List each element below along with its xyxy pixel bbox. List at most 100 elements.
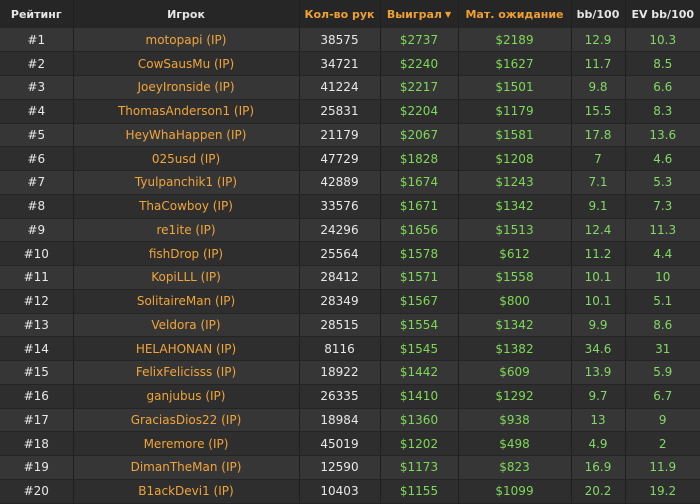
evbb100-cell: 5.1: [625, 289, 700, 314]
header-bb100[interactable]: bb/100: [571, 0, 626, 28]
table-row: #5 HeyWhaHappen (IP) 21179 $2067 $1581 17.8 13…: [0, 123, 700, 148]
rank-cell: #17: [0, 408, 74, 433]
won-cell: $1173: [380, 455, 459, 480]
rank-cell: #16: [0, 384, 74, 409]
ev-cell: $1099: [458, 479, 572, 504]
bb100-cell: 7: [571, 146, 626, 171]
table-row: #14 HELAHONAN (IP) 8116 $1545 $1382 34.6 31: [0, 336, 700, 361]
bb100-cell: 9.7: [571, 384, 626, 409]
hands-cell: 24296: [299, 218, 381, 243]
player-link[interactable]: Meremore (IP): [73, 431, 300, 456]
table-row: #16 ganjubus (IP) 26335 $1410 $1292 9.7 6.7: [0, 384, 700, 409]
won-cell: $1554: [380, 313, 459, 338]
header-hands[interactable]: Кол-во рук: [299, 0, 381, 28]
bb100-cell: 12.4: [571, 218, 626, 243]
won-cell: $1828: [380, 146, 459, 171]
won-cell: $1578: [380, 241, 459, 266]
player-link[interactable]: FelixFelicisss (IP): [73, 360, 300, 385]
evbb100-cell: 31: [625, 336, 700, 361]
player-link[interactable]: Veldora (IP): [73, 313, 300, 338]
table-row: #13 Veldora (IP) 28515 $1554 $1342 9.9 8.6: [0, 313, 700, 338]
evbb100-cell: 8.5: [625, 51, 700, 76]
player-link[interactable]: GraciasDios22 (IP): [73, 408, 300, 433]
player-link[interactable]: DimanTheMan (IP): [73, 455, 300, 480]
rank-cell: #15: [0, 360, 74, 385]
player-link[interactable]: KopiLLL (IP): [73, 265, 300, 290]
header-rank[interactable]: Рейтинг: [0, 0, 74, 28]
evbb100-cell: 9: [625, 408, 700, 433]
table-row: #11 KopiLLL (IP) 28412 $1571 $1558 10.1 10: [0, 265, 700, 290]
hands-cell: 26335: [299, 384, 381, 409]
header-ev[interactable]: Мат. ожидание: [458, 0, 572, 28]
bb100-cell: 9.8: [571, 75, 626, 100]
bb100-cell: 10.1: [571, 265, 626, 290]
evbb100-cell: 7.3: [625, 194, 700, 219]
ev-cell: $1501: [458, 75, 572, 100]
table-header: Рейтинг Игрок Кол-во рук Выиграл ▼ Мат. о…: [0, 0, 700, 28]
player-link[interactable]: CowSausMu (IP): [73, 51, 300, 76]
leaderboard-table: Рейтинг Игрок Кол-во рук Выиграл ▼ Мат. о…: [0, 0, 700, 504]
won-cell: $1155: [380, 479, 459, 504]
rank-cell: #3: [0, 75, 74, 100]
evbb100-cell: 4.4: [625, 241, 700, 266]
ev-cell: $2189: [458, 28, 572, 53]
hands-cell: 25564: [299, 241, 381, 266]
won-cell: $2240: [380, 51, 459, 76]
evbb100-cell: 13.6: [625, 123, 700, 148]
bb100-cell: 11.2: [571, 241, 626, 266]
bb100-cell: 13: [571, 408, 626, 433]
player-link[interactable]: SolitaireMan (IP): [73, 289, 300, 314]
evbb100-cell: 10: [625, 265, 700, 290]
player-link[interactable]: ThomasAnderson1 (IP): [73, 99, 300, 124]
table-row: #10 fishDrop (IP) 25564 $1578 $612 11.2 4.4: [0, 241, 700, 266]
evbb100-cell: 8.6: [625, 313, 700, 338]
player-link[interactable]: HeyWhaHappen (IP): [73, 123, 300, 148]
table-row: #12 SolitaireMan (IP) 28349 $1567 $800 10.1 5.…: [0, 289, 700, 314]
evbb100-cell: 5.9: [625, 360, 700, 385]
player-link[interactable]: B1ackDevi1 (IP): [73, 479, 300, 504]
evbb100-cell: 10.3: [625, 28, 700, 53]
ev-cell: $498: [458, 431, 572, 456]
player-link[interactable]: re1ite (IP): [73, 218, 300, 243]
player-link[interactable]: 025usd (IP): [73, 146, 300, 171]
ev-cell: $1342: [458, 194, 572, 219]
hands-cell: 28349: [299, 289, 381, 314]
table-row: #19 DimanTheMan (IP) 12590 $1173 $823 16.9 11.…: [0, 455, 700, 480]
evbb100-cell: 11.9: [625, 455, 700, 480]
won-cell: $1674: [380, 170, 459, 195]
bb100-cell: 9.1: [571, 194, 626, 219]
hands-cell: 41224: [299, 75, 381, 100]
rank-cell: #4: [0, 99, 74, 124]
table-row: #6 025usd (IP) 47729 $1828 $1208 7 4.6: [0, 146, 700, 171]
bb100-cell: 10.1: [571, 289, 626, 314]
header-won[interactable]: Выиграл ▼: [380, 0, 459, 28]
rank-cell: #20: [0, 479, 74, 504]
hands-cell: 42889: [299, 170, 381, 195]
ev-cell: $938: [458, 408, 572, 433]
won-cell: $1360: [380, 408, 459, 433]
header-evbb100[interactable]: EV bb/100: [625, 0, 700, 28]
player-link[interactable]: ganjubus (IP): [73, 384, 300, 409]
table-row: #17 GraciasDios22 (IP) 18984 $1360 $938 13 9: [0, 408, 700, 433]
hands-cell: 25831: [299, 99, 381, 124]
player-link[interactable]: Tyulpanchik1 (IP): [73, 170, 300, 195]
player-link[interactable]: HELAHONAN (IP): [73, 336, 300, 361]
hands-cell: 45019: [299, 431, 381, 456]
won-cell: $1442: [380, 360, 459, 385]
player-link[interactable]: ThaCowboy (IP): [73, 194, 300, 219]
rank-cell: #19: [0, 455, 74, 480]
won-cell: $1545: [380, 336, 459, 361]
player-link[interactable]: motopapi (IP): [73, 28, 300, 53]
ev-cell: $1627: [458, 51, 572, 76]
table-row: #18 Meremore (IP) 45019 $1202 $498 4.9 2: [0, 431, 700, 456]
rank-cell: #12: [0, 289, 74, 314]
rank-cell: #7: [0, 170, 74, 195]
bb100-cell: 34.6: [571, 336, 626, 361]
player-link[interactable]: fishDrop (IP): [73, 241, 300, 266]
header-player[interactable]: Игрок: [73, 0, 300, 28]
won-cell: $2217: [380, 75, 459, 100]
rank-cell: #11: [0, 265, 74, 290]
player-link[interactable]: JoeyIronside (IP): [73, 75, 300, 100]
table-row: #20 B1ackDevi1 (IP) 10403 $1155 $1099 20.2 19.…: [0, 479, 700, 504]
table-row: #4 ThomasAnderson1 (IP) 25831 $2204 $1179 15.…: [0, 99, 700, 124]
